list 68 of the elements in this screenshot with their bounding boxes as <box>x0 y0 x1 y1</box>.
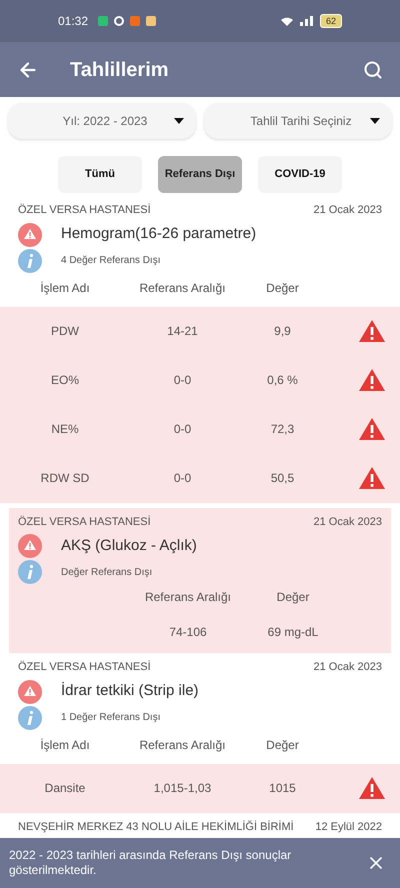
result-value: 50,5 <box>270 470 296 487</box>
test-name: NE% <box>50 421 80 438</box>
warning-icon <box>358 466 386 490</box>
reference-range: 1,015-1,03 <box>152 780 212 797</box>
battery-indicator: 62 <box>320 14 342 28</box>
test-title: İdrar tetkiki (Strip ile) <box>61 681 199 702</box>
dropdown[interactable]: Yıl: 2022 - 2023 <box>8 103 196 139</box>
column-header: Değer <box>265 736 300 754</box>
column-header: Referans Aralığı <box>138 280 227 296</box>
signal-icon <box>300 16 314 26</box>
warning-icon <box>18 680 42 704</box>
column-header: Referans Aralığı <box>138 736 227 754</box>
warning-icon <box>18 222 42 246</box>
warning-icon <box>358 368 386 392</box>
result-date: 21 Ocak 2023 <box>314 514 382 530</box>
out-of-range-note: Değer Referans Dışı <box>61 566 152 580</box>
test-name: RDW SD <box>40 470 90 487</box>
hospital-name: ÖZEL VERSA HASTANESİ <box>18 202 151 218</box>
info-icon <box>18 248 42 272</box>
out-of-range-note: 4 Değer Referans Dışı <box>61 254 160 268</box>
wifi-icon <box>280 16 294 26</box>
column-header: Değer <box>276 589 310 606</box>
hospital-name: ÖZEL VERSA HASTANESİ <box>18 660 151 675</box>
result-value: 0,6 % <box>266 372 299 389</box>
result-date: 21 Ocak 2023 <box>314 203 382 218</box>
reference-range: 0-0 <box>172 372 192 389</box>
reference-range: 74-106 <box>168 624 208 641</box>
clock: 01:32 <box>58 13 88 30</box>
warning-icon <box>358 319 386 343</box>
caret-icon <box>174 118 184 124</box>
warning-icon <box>358 776 386 800</box>
test-name: Dansite <box>44 780 86 797</box>
result-value: 72,3 <box>270 421 296 438</box>
filter-tab[interactable]: COVID-19 <box>258 156 342 193</box>
dropdown[interactable]: Tahlil Tarihi Seçiniz <box>204 103 392 139</box>
result-date: 21 Ocak 2023 <box>314 660 382 675</box>
warning-icon <box>358 417 386 441</box>
test-name: EO% <box>50 372 80 389</box>
app-icon <box>114 16 124 26</box>
snackbar-message: 2022 - 2023 tarihleri arasında Referans Dışı sonuçlar gösterilmektedir. <box>9 848 292 878</box>
test-title: AKŞ (Glukoz - Açlık) <box>61 536 197 556</box>
out-of-range-note: 1 Değer Referans Dışı <box>61 711 160 725</box>
screen-title: Tahlillerim <box>70 58 169 82</box>
search-button[interactable] <box>363 60 383 80</box>
reference-range: 0-0 <box>172 470 192 487</box>
reference-range: 14-21 <box>166 323 199 340</box>
app-icon <box>98 16 108 26</box>
filter-tab[interactable]: Referans Dışı <box>158 156 242 193</box>
column-header: İşlem Adı <box>39 736 91 754</box>
result-date: 12 Eylül 2022 <box>315 820 382 834</box>
info-icon <box>18 560 42 584</box>
result-value: 9,9 <box>273 323 292 340</box>
column-header: Değer <box>265 280 300 296</box>
app-icon <box>130 16 140 26</box>
reference-range: 0-0 <box>172 421 192 438</box>
caret-icon <box>370 118 380 124</box>
result-value: 1015 <box>268 780 297 797</box>
test-name: PDW <box>50 323 80 340</box>
result-value: 69 mg-dL <box>266 624 320 641</box>
hospital-name: ÖZEL VERSA HASTANESİ <box>18 514 151 530</box>
info-icon <box>18 706 42 730</box>
filter-tab[interactable]: Tümü <box>58 156 142 193</box>
hospital-name: NEVŞEHİR MERKEZ 43 NOLU AİLE HEKİMLİĞİ BİRİMİ <box>18 820 294 834</box>
warning-icon <box>18 534 42 558</box>
test-title: Hemogram(16-26 parametre) <box>61 224 256 244</box>
column-header: Referans Aralığı <box>144 589 232 606</box>
column-header: İşlem Adı <box>39 280 91 296</box>
app-icon <box>146 16 156 26</box>
